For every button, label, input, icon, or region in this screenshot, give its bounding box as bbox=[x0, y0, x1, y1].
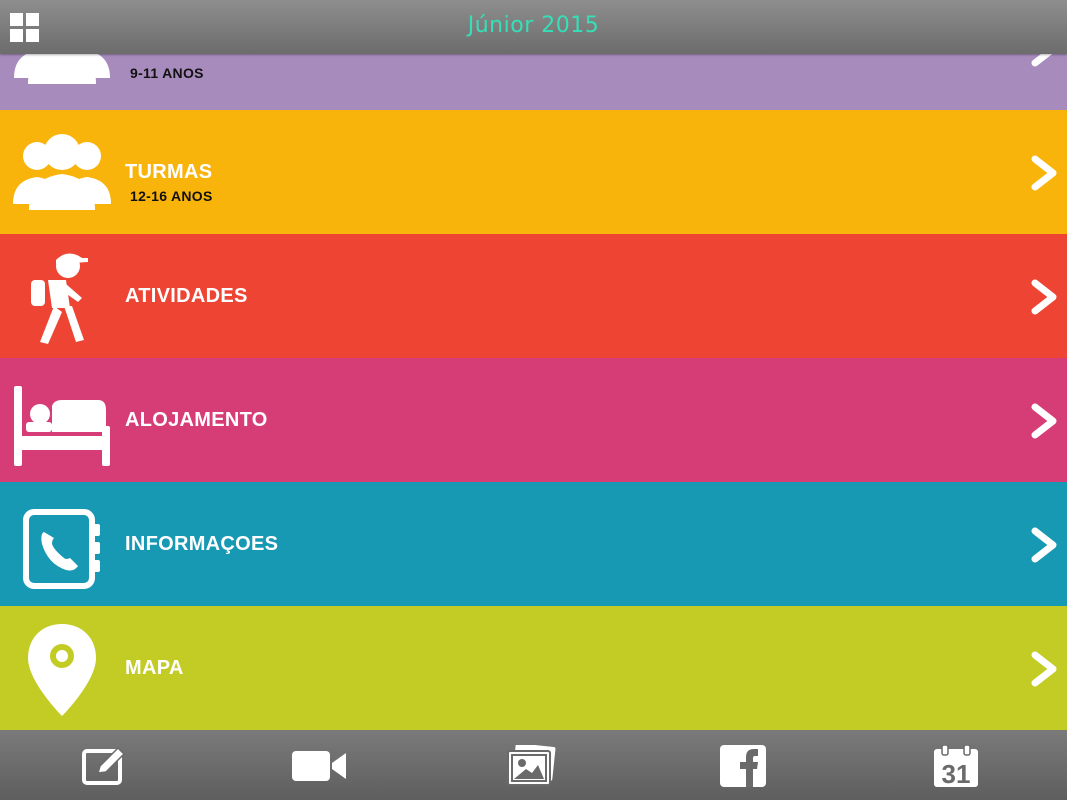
bottom-toolbar: 31 bbox=[0, 731, 1067, 800]
edit-icon[interactable] bbox=[80, 745, 128, 787]
row-label: INFORMAÇOES bbox=[125, 533, 279, 555]
row-alojamento[interactable]: ALOJAMENTO bbox=[0, 358, 1067, 482]
menu-list: 9-11 ANOS TURMAS 12-16 ANOS ATIVIDADES A… bbox=[0, 0, 1067, 731]
top-nav-bar: Júnior 2015 bbox=[0, 0, 1067, 54]
row-sublabel: 9-11 ANOS bbox=[130, 65, 204, 81]
facebook-icon[interactable] bbox=[720, 745, 768, 787]
map-pin-icon bbox=[10, 618, 114, 718]
row-label: MAPA bbox=[125, 657, 184, 679]
row-informacoes[interactable]: INFORMAÇOES bbox=[0, 482, 1067, 606]
chevron-right-icon bbox=[1031, 279, 1057, 315]
row-turmas-12-16[interactable]: TURMAS 12-16 ANOS bbox=[0, 110, 1067, 234]
row-label: ALOJAMENTO bbox=[125, 409, 268, 431]
row-label: ATIVIDADES bbox=[125, 285, 248, 307]
row-atividades[interactable]: ATIVIDADES bbox=[0, 234, 1067, 358]
video-camera-icon[interactable] bbox=[292, 745, 348, 787]
calendar-icon[interactable]: 31 bbox=[934, 744, 978, 789]
row-sublabel: 12-16 ANOS bbox=[130, 188, 213, 204]
calendar-day: 31 bbox=[942, 759, 971, 787]
chevron-right-icon bbox=[1031, 527, 1057, 563]
hiker-icon bbox=[10, 246, 114, 346]
phonebook-icon bbox=[10, 494, 114, 594]
row-label: TURMAS bbox=[125, 161, 213, 183]
group-icon bbox=[10, 122, 114, 222]
photos-icon[interactable] bbox=[506, 743, 558, 787]
chevron-right-icon bbox=[1031, 651, 1057, 687]
page-title: Júnior 2015 bbox=[467, 13, 600, 38]
chevron-right-icon bbox=[1031, 403, 1057, 439]
row-mapa[interactable]: MAPA bbox=[0, 606, 1067, 730]
bed-icon bbox=[10, 370, 114, 470]
chevron-right-icon bbox=[1031, 155, 1057, 191]
